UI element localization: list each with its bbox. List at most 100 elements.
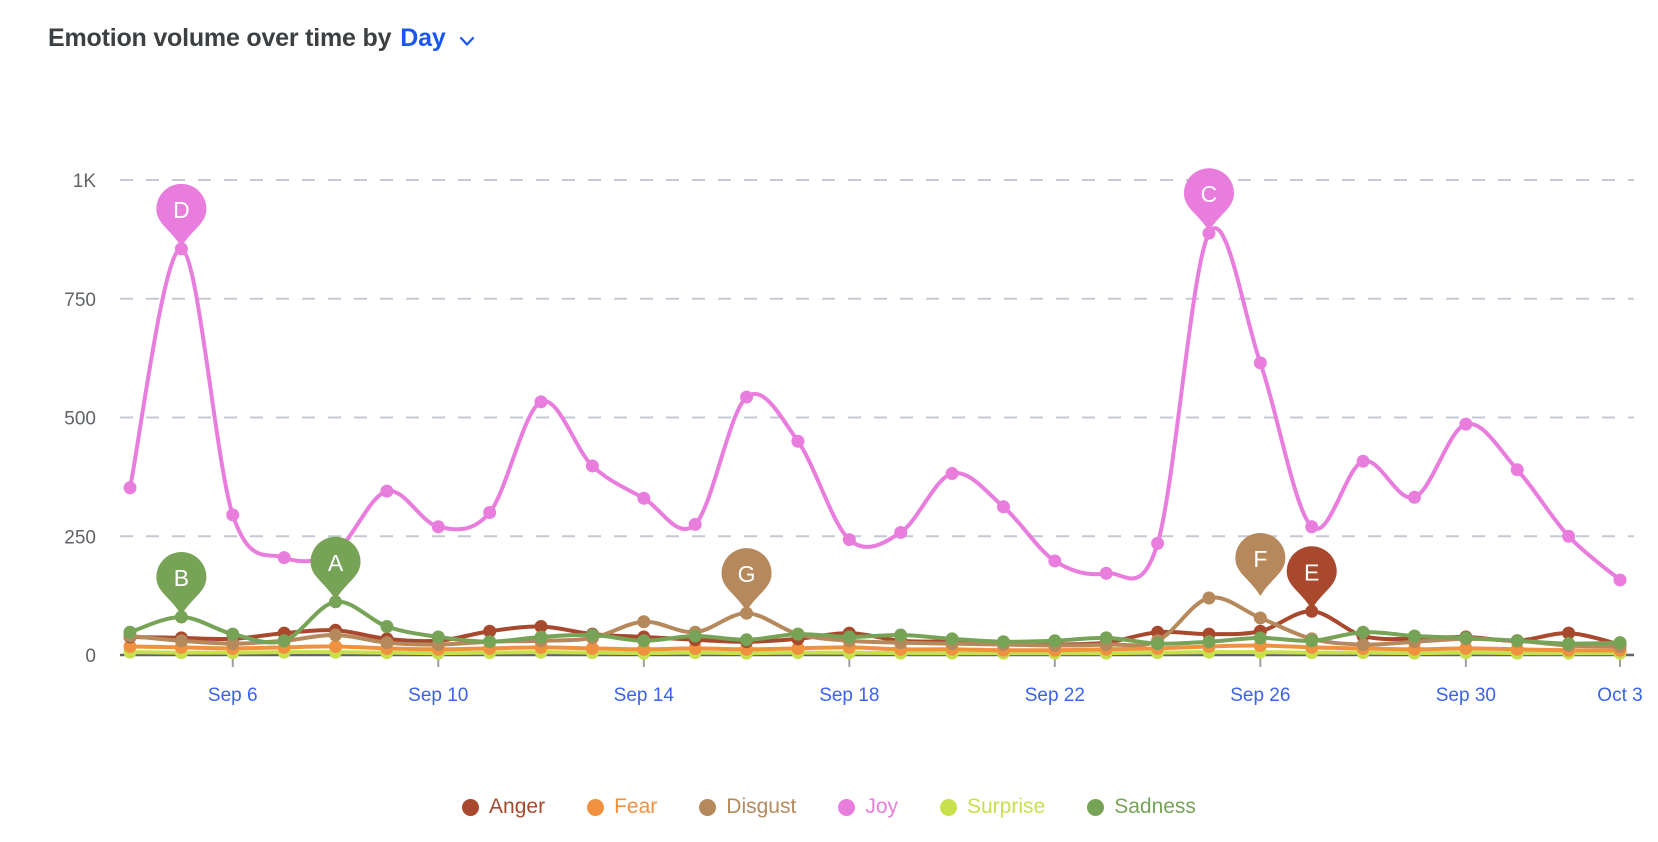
data-point[interactable] [1357, 626, 1370, 639]
annotation-pin-f[interactable]: F [1235, 533, 1285, 596]
data-point[interactable] [843, 533, 856, 546]
data-point[interactable] [278, 634, 291, 647]
data-point[interactable] [432, 630, 445, 643]
data-point[interactable] [1357, 455, 1370, 468]
data-point[interactable] [740, 391, 753, 404]
legend-swatch-icon [838, 799, 855, 816]
data-point[interactable] [740, 633, 753, 646]
data-point[interactable] [380, 636, 393, 649]
data-point[interactable] [329, 629, 342, 642]
data-point[interactable] [1459, 631, 1472, 644]
data-point[interactable] [791, 628, 804, 641]
data-point[interactable] [535, 630, 548, 643]
data-point[interactable] [380, 620, 393, 633]
data-point[interactable] [1100, 567, 1113, 580]
series-line [130, 652, 1620, 653]
dimension-selector[interactable]: Day [400, 24, 445, 53]
legend-item-disgust[interactable]: Disgust [699, 795, 796, 819]
data-point[interactable] [1202, 635, 1215, 648]
data-point[interactable] [586, 459, 599, 472]
legend-item-joy[interactable]: Joy [838, 795, 898, 819]
data-point[interactable] [1614, 573, 1627, 586]
series-joy[interactable] [124, 227, 1627, 587]
data-point[interactable] [1305, 520, 1318, 533]
chevron-down-icon[interactable] [457, 31, 477, 51]
legend-label: Surprise [967, 795, 1045, 819]
legend-item-sadness[interactable]: Sadness [1087, 795, 1196, 819]
data-point[interactable] [997, 635, 1010, 648]
data-point[interactable] [1100, 631, 1113, 644]
data-point[interactable] [483, 506, 496, 519]
data-point[interactable] [1562, 530, 1575, 543]
data-point[interactable] [226, 628, 239, 641]
series-disgust[interactable] [124, 592, 1627, 653]
data-point[interactable] [1614, 636, 1627, 649]
data-point[interactable] [124, 626, 137, 639]
data-point[interactable] [124, 481, 137, 494]
annotation-pin-b[interactable]: B [156, 552, 206, 615]
x-axis-tick-label: Sep 14 [614, 685, 675, 706]
data-point[interactable] [535, 395, 548, 408]
pin-label: D [173, 197, 190, 223]
data-point[interactable] [637, 634, 650, 647]
data-point[interactable] [1254, 611, 1267, 624]
y-axis-tick-label: 500 [64, 409, 96, 430]
legend-label: Disgust [726, 795, 796, 819]
data-point[interactable] [329, 640, 342, 653]
data-point[interactable] [1408, 491, 1421, 504]
data-point[interactable] [586, 629, 599, 642]
data-point[interactable] [997, 500, 1010, 513]
data-point[interactable] [1254, 631, 1267, 644]
legend-swatch-icon [940, 799, 957, 816]
annotation-pin-a[interactable]: A [311, 537, 361, 600]
legend-swatch-icon [587, 799, 604, 816]
annotation-pin-d[interactable]: D [156, 184, 206, 247]
line-chart[interactable]: 02505007501KSep 6Sep 10Sep 14Sep 18Sep 2… [0, 80, 1658, 740]
data-point[interactable] [380, 485, 393, 498]
data-point[interactable] [637, 615, 650, 628]
data-point[interactable] [1048, 634, 1061, 647]
data-point[interactable] [1459, 418, 1472, 431]
data-point[interactable] [1408, 630, 1421, 643]
data-point[interactable] [1511, 634, 1524, 647]
data-point[interactable] [1202, 592, 1215, 605]
legend-item-fear[interactable]: Fear [587, 795, 657, 819]
data-point[interactable] [689, 630, 702, 643]
data-point[interactable] [1254, 356, 1267, 369]
x-axis-tick-label: Sep 22 [1025, 685, 1085, 706]
data-point[interactable] [946, 467, 959, 480]
data-point[interactable] [1357, 638, 1370, 651]
pin-label: B [174, 565, 189, 591]
x-axis-tick-label: Sep 26 [1230, 685, 1290, 706]
data-point[interactable] [946, 632, 959, 645]
data-point[interactable] [1305, 634, 1318, 647]
legend-swatch-icon [462, 799, 479, 816]
x-axis: Sep 6Sep 10Sep 14Sep 18Sep 22Sep 26Sep 3… [208, 657, 1643, 706]
data-point[interactable] [1151, 637, 1164, 650]
series-line [130, 645, 1620, 650]
data-point[interactable] [226, 508, 239, 521]
data-point[interactable] [894, 526, 907, 539]
data-point[interactable] [1151, 537, 1164, 550]
data-point[interactable] [1562, 637, 1575, 650]
data-point[interactable] [843, 630, 856, 643]
legend-swatch-icon [699, 799, 716, 816]
legend-item-surprise[interactable]: Surprise [940, 795, 1045, 819]
data-point[interactable] [1048, 554, 1061, 567]
data-point[interactable] [483, 635, 496, 648]
data-point[interactable] [637, 492, 650, 505]
legend-label: Anger [489, 795, 545, 819]
legend-item-anger[interactable]: Anger [462, 795, 545, 819]
data-point[interactable] [689, 518, 702, 531]
annotation-pin-e[interactable]: E [1287, 546, 1337, 609]
data-point[interactable] [1511, 463, 1524, 476]
data-point[interactable] [175, 634, 188, 647]
annotation-pin-g[interactable]: G [722, 548, 772, 611]
data-point[interactable] [278, 551, 291, 564]
data-point[interactable] [791, 435, 804, 448]
data-point[interactable] [894, 629, 907, 642]
chart-plot-area: 02505007501KSep 6Sep 10Sep 14Sep 18Sep 2… [0, 80, 1658, 740]
data-point[interactable] [432, 520, 445, 533]
y-axis-tick-label: 0 [85, 646, 96, 667]
annotation-pin-c[interactable]: C [1184, 168, 1234, 231]
